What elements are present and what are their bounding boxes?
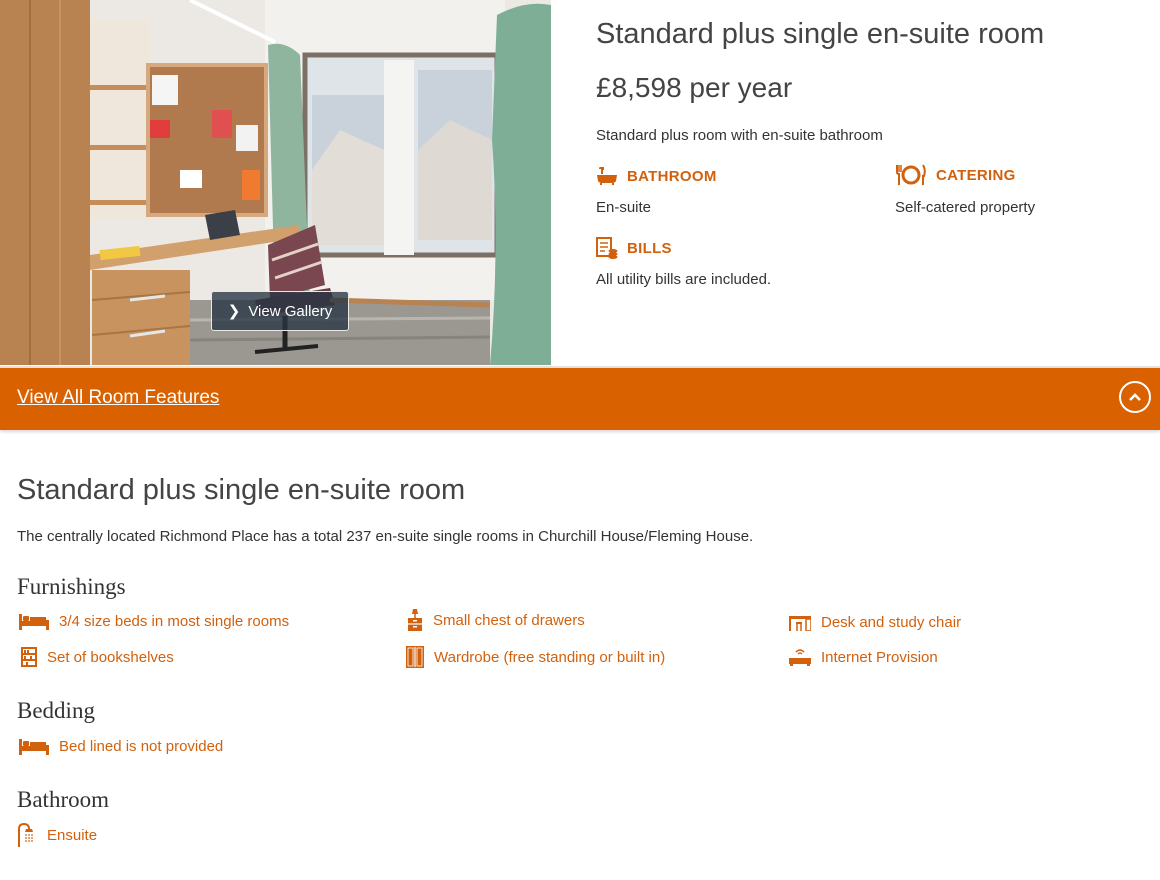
view-gallery-label: View Gallery [248,302,333,320]
feature-bills-heading: BILLS [596,237,672,259]
router-icon [789,648,811,666]
room-description: Standard plus room with en-suite bathroo… [596,127,883,144]
bathroom-heading: Bathroom [17,787,109,812]
feature-bathroom-value: En-suite [596,199,652,216]
room-photo[interactable]: ❯ View Gallery [0,0,551,365]
list-item: 3/4 size beds in most single rooms [19,612,289,630]
list-item: Bed lined is not provided [19,737,223,755]
chevron-up-icon [1129,393,1141,401]
feature-catering-label: CATERING [936,166,1016,184]
room-title: Standard plus single en-suite room [596,18,1045,50]
collapse-toggle-button[interactable] [1119,381,1151,413]
room-price: £8,598 per year [596,72,793,103]
list-item-label: Internet Provision [821,648,938,666]
feature-catering-value: Self-catered property [895,199,1036,216]
feature-bills-label: BILLS [627,239,672,257]
list-item-label: Wardrobe (free standing or built in) [434,648,666,666]
feature-bills-value: All utility bills are included. [596,271,772,288]
shower-icon [17,823,37,847]
view-gallery-button[interactable]: ❯ View Gallery [211,291,349,331]
list-item: Set of bookshelves [21,647,174,667]
list-item-label: 3/4 size beds in most single rooms [59,612,290,630]
feature-bathroom-heading: BATHROOM [596,167,717,185]
feature-bathroom-label: BATHROOM [627,167,717,185]
desk-chair-icon [789,615,811,631]
view-all-room-features-link[interactable]: View All Room Features [17,387,219,409]
detail-title: Standard plus single en-suite room [17,474,466,506]
detail-description: The centrally located Richmond Place has… [17,528,754,545]
bookshelf-icon [21,647,37,667]
list-item: Small chest of drawers [407,609,585,631]
room-features-bar: View All Room Features [0,366,1160,430]
chest-of-drawers-icon [407,609,423,631]
bath-icon [596,167,618,185]
list-item-label: Ensuite [47,826,98,844]
list-item-label: Desk and study chair [821,614,962,631]
furnishings-heading: Furnishings [17,574,126,599]
wardrobe-icon [406,646,424,668]
list-item: Desk and study chair [789,614,961,631]
list-item: Internet Provision [789,648,938,666]
list-item: Wardrobe (free standing or built in) [406,646,665,668]
bedding-heading: Bedding [17,698,95,723]
list-item-label: Small chest of drawers [433,611,585,629]
plate-cutlery-icon [895,164,927,186]
list-item: Ensuite [17,823,97,847]
bill-coins-icon [596,237,618,259]
bed-icon [19,612,49,630]
list-item-label: Bed lined is not provided [59,737,224,755]
room-summary: ❯ View Gallery Standard plus single en-s… [0,0,1160,365]
list-item-label: Set of bookshelves [47,648,174,666]
bed-icon [19,737,49,755]
chevron-right-icon: ❯ [227,302,241,320]
feature-catering-heading: CATERING [895,164,1016,186]
